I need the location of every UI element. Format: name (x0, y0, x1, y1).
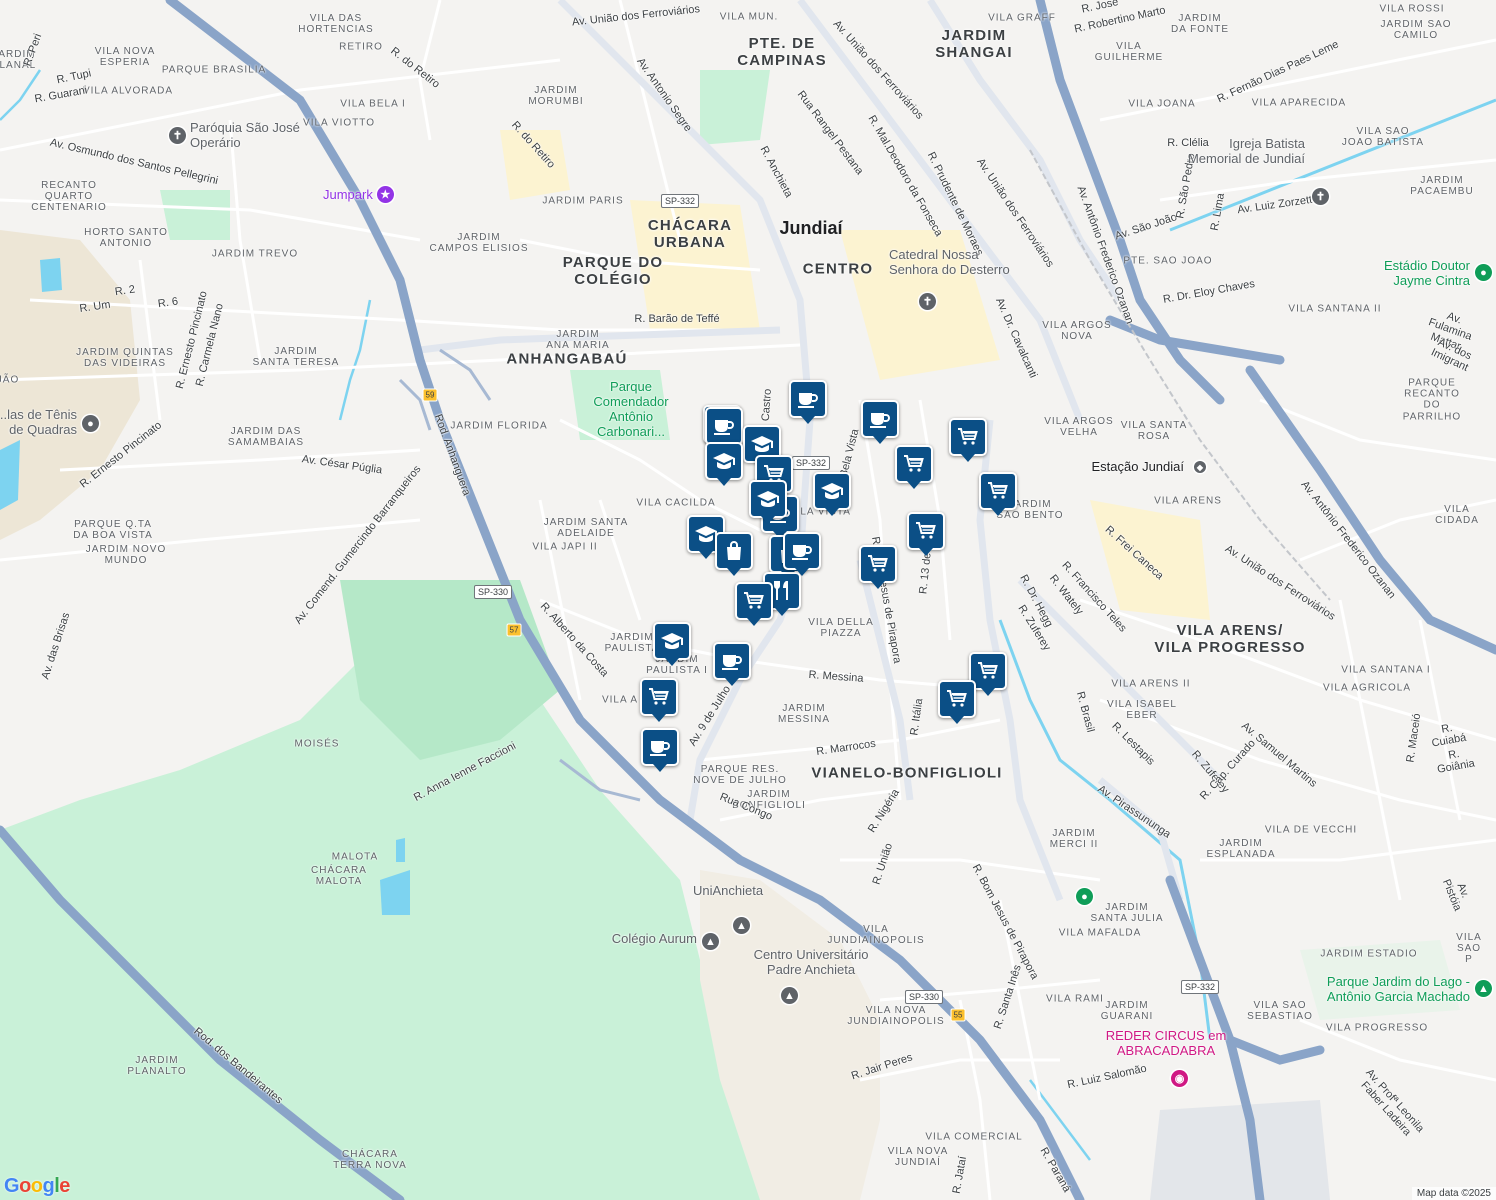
cafe-icon (790, 539, 814, 563)
amusement-icon: ★ (376, 186, 394, 203)
pin-school[interactable] (749, 480, 787, 524)
pin-cafe[interactable] (705, 407, 743, 451)
poi-label: Centro Universitário Padre Anchieta (753, 947, 869, 977)
school-icon: ▲ (733, 917, 750, 934)
grocery-icon (902, 452, 926, 476)
grocery-icon (976, 659, 1000, 683)
pin-grocery[interactable] (859, 545, 897, 589)
route-badge: 55 (950, 1008, 966, 1022)
pin-grocery[interactable] (895, 445, 933, 489)
church-icon: ✝ (169, 126, 186, 144)
school-icon (750, 432, 774, 456)
pin-grocery[interactable] (907, 512, 945, 556)
map-canvas[interactable]: Jundiaí CENTRO PTE. DE CAMPINAS JARDIM S… (0, 0, 1496, 1200)
church-icon: ✝ (1312, 188, 1329, 205)
poi-place[interactable]: ...las de Tênis de Quadras ● (0, 407, 99, 437)
poi-train-station[interactable]: Estação Jundiaí ◆ (1091, 459, 1206, 474)
pin-grocery[interactable] (735, 582, 773, 626)
grocery-icon (866, 552, 890, 576)
cafe-icon (720, 649, 744, 673)
poi-church[interactable]: ✝ Catedral Nossa Senhora do Desterro (889, 247, 1010, 310)
poi-attraction[interactable]: REDER CIRCUS em ABRACADABRA ◉ (1106, 1028, 1226, 1087)
pin-grocery[interactable] (938, 680, 976, 724)
route-badge: 59 (422, 388, 438, 402)
stadium-icon: ● (1475, 264, 1492, 281)
poi-school[interactable]: UniAnchieta ▲ (693, 883, 763, 934)
map-attribution[interactable]: Map data ©2025 (1411, 1187, 1496, 1200)
highway-shield: SP-332 (1180, 980, 1220, 994)
train-station-icon: ◆ (1194, 461, 1206, 473)
poi-label: Paróquia São José Operário (190, 120, 300, 150)
pin-cafe[interactable] (713, 642, 751, 686)
google-logo: Google (4, 1175, 70, 1197)
restaurant-icon (770, 579, 794, 603)
cafe-icon (712, 414, 736, 438)
cafe-icon (648, 735, 672, 759)
shopping-icon (722, 539, 746, 563)
poi-label: ...las de Tênis de Quadras (0, 407, 77, 437)
pin-school[interactable] (813, 472, 851, 516)
grocery-icon (742, 589, 766, 613)
poi-amusement[interactable]: Jumpark ★ (323, 186, 394, 203)
highway-shield: SP-330 (904, 990, 944, 1004)
pin-cafe[interactable] (789, 380, 827, 424)
poi-label: Estádio Doutor Jayme Cintra (1384, 258, 1470, 288)
grocery-icon (647, 685, 671, 709)
place-icon: ● (1076, 888, 1093, 905)
camera-icon: ◉ (1171, 1070, 1188, 1087)
poi-park[interactable]: Parque Jardim do Lago - Antônio Garcia M… (1327, 974, 1492, 1004)
school-icon: ▲ (702, 933, 719, 950)
poi-stadium[interactable]: Estádio Doutor Jayme Cintra ● (1384, 258, 1492, 288)
pin-school[interactable] (705, 442, 743, 486)
poi-church[interactable]: ✝ Paróquia São José Operário (169, 120, 300, 150)
school-icon (820, 479, 844, 503)
highway-shield: SP-332 (660, 194, 700, 208)
school-icon (712, 449, 736, 473)
highway-shield: SP-332 (791, 456, 831, 470)
poi-label: Jumpark (323, 187, 373, 202)
grocery-icon (956, 425, 980, 449)
grocery-icon (945, 687, 969, 711)
poi-church[interactable]: Igreja Batista Memorial de Jundiaí ✝ (1188, 136, 1329, 205)
pin-grocery[interactable] (949, 418, 987, 462)
poi-label: Igreja Batista Memorial de Jundiaí (1187, 136, 1305, 166)
grocery-icon (986, 479, 1010, 503)
pin-shopping[interactable] (715, 532, 753, 576)
school-icon: ▲ (781, 987, 798, 1004)
poi-label: Colégio Aurum (611, 931, 697, 946)
poi-label: Parque Comendador Antônio Carbonari... (593, 379, 669, 439)
pin-cafe[interactable] (641, 728, 679, 772)
poi-label: Estação Jundiaí (1091, 459, 1184, 474)
grocery-icon (914, 519, 938, 543)
poi-label: Parque Jardim do Lago - Antônio Garcia M… (1326, 974, 1470, 1004)
poi-label: Catedral Nossa Senhora do Desterro (889, 247, 1010, 277)
place-icon: ● (82, 415, 99, 432)
poi-school[interactable]: Colégio Aurum ▲ (612, 931, 719, 950)
cafe-icon (868, 407, 892, 431)
pin-school[interactable] (653, 622, 691, 666)
church-icon: ✝ (919, 293, 936, 310)
school-icon (756, 487, 780, 511)
poi-place[interactable]: ● (1076, 888, 1093, 905)
poi-label: REDER CIRCUS em ABRACADABRA (1105, 1028, 1227, 1058)
poi-label: UniAnchieta (693, 883, 764, 898)
poi-school[interactable]: Centro Universitário Padre Anchieta ▲ (754, 947, 868, 1004)
school-icon (660, 629, 684, 653)
route-badge: 57 (506, 623, 522, 637)
pin-grocery[interactable] (979, 472, 1017, 516)
pin-cafe[interactable] (783, 532, 821, 576)
pin-grocery[interactable] (640, 678, 678, 722)
highway-shield: SP-330 (473, 585, 513, 599)
pin-cafe[interactable] (861, 400, 899, 444)
park-icon: ▲ (1475, 980, 1492, 997)
cafe-icon (796, 387, 820, 411)
